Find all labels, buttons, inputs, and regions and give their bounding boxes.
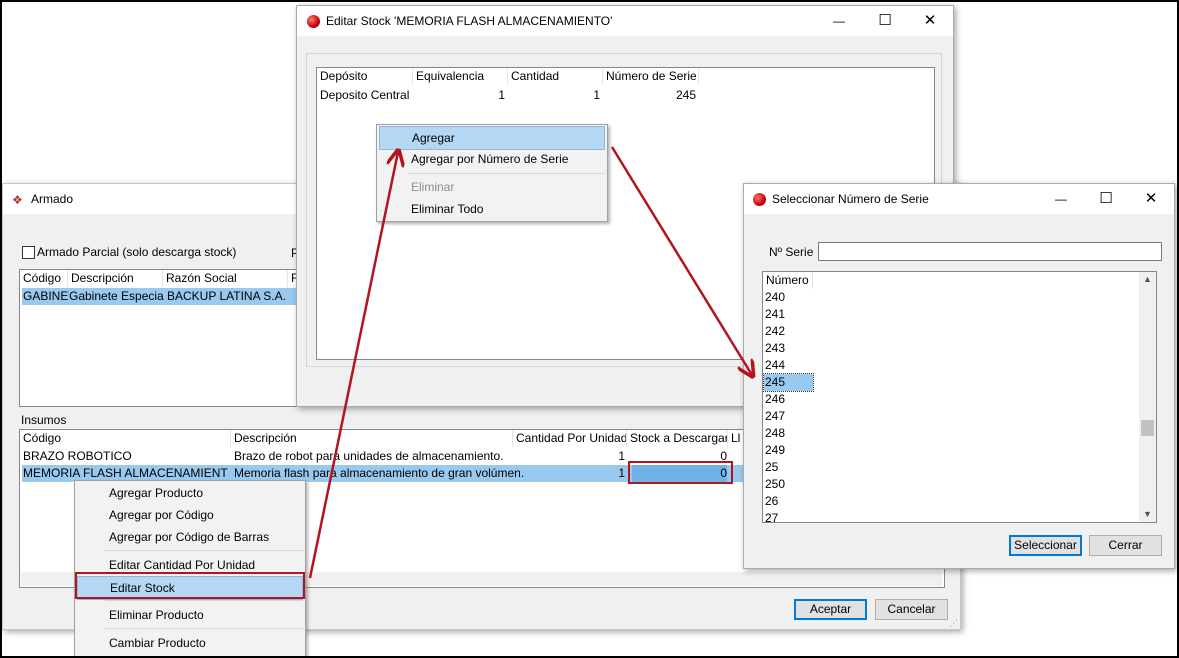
menu-agregar[interactable]: Agregar [379, 126, 605, 150]
menu-separator [105, 600, 303, 601]
aceptar-button[interactable]: Aceptar [794, 599, 867, 620]
top-row-codigo: GABINET [23, 289, 69, 303]
insumos-context-menu: Agregar Producto Agregar por Código Agre… [74, 480, 306, 657]
scroll-thumb[interactable] [1141, 420, 1154, 436]
stock-col-cantidad[interactable]: Cantidad [508, 68, 603, 85]
top-col-razon-social[interactable]: Razón Social [163, 270, 288, 287]
serie-scrollbar[interactable]: ▲ ▼ [1139, 272, 1156, 522]
insumo-row-1-codigo: BRAZO ROBOTICO [23, 449, 132, 463]
menu-agregar-serie[interactable]: Agregar por Número de Serie [379, 148, 605, 170]
seleccionar-button[interactable]: Seleccionar [1009, 535, 1082, 556]
stock-row-equivalencia: 1 [498, 88, 505, 102]
armado-top-list[interactable]: Código Descripción Razón Social F GABINE… [19, 269, 310, 407]
insumos-col-cantidad[interactable]: Cantidad Por Unidad [513, 430, 627, 447]
serie-list-item[interactable]: 240 [764, 289, 813, 306]
stock-col-serie[interactable]: Número de Serie [603, 68, 699, 85]
menu-agregar-barras[interactable]: Agregar por Código de Barras [77, 526, 303, 548]
serie-list-item[interactable]: 241 [764, 306, 813, 323]
menu-agregar-producto[interactable]: Agregar Producto [77, 482, 303, 504]
minimize-icon[interactable]: — [1039, 184, 1083, 214]
stock-row-serie: 245 [675, 88, 696, 102]
menu-agregar-codigo[interactable]: Agregar por Código [77, 504, 303, 526]
maximize-icon[interactable]: ☐ [863, 6, 907, 36]
top-col-descripcion[interactable]: Descripción [68, 270, 163, 287]
app-icon [307, 15, 320, 28]
insumos-col-stock[interactable]: Stock a Descargar [627, 430, 728, 447]
menu-cambiar-producto[interactable]: Cambiar Producto [77, 632, 303, 654]
editar-stock-titlebar: Editar Stock 'MEMORIA FLASH ALMACENAMIEN… [297, 6, 953, 36]
menu-eliminar: Eliminar [411, 180, 455, 194]
armado-cube-icon: ❖ [12, 193, 23, 207]
top-row-descripcion: Gabinete Especial [69, 289, 164, 303]
serie-label: Nº Serie [769, 245, 814, 259]
stock-context-menu: Agregar Agregar por Número de Serie Elim… [376, 124, 608, 222]
app-icon [753, 193, 766, 206]
serie-list-item[interactable]: 246 [764, 391, 813, 408]
seleccionar-title: Seleccionar Número de Serie [772, 192, 929, 206]
armado-parcial-label: Armado Parcial (solo descarga stock) [37, 245, 237, 259]
insumo-row-1-descripcion: Brazo de robot para unidades de almacena… [234, 449, 504, 463]
stock-cell-highlight [628, 461, 733, 484]
maximize-icon[interactable]: ☐ [1084, 184, 1128, 214]
serie-list-item[interactable]: 242 [764, 323, 813, 340]
armado-parcial-checkbox[interactable] [22, 246, 35, 259]
serie-list-item[interactable]: 249 [764, 442, 813, 459]
insumos-col-codigo[interactable]: Código [20, 430, 231, 447]
menu-eliminar-producto[interactable]: Eliminar Producto [77, 604, 303, 626]
seleccionar-serie-window: Seleccionar Número de Serie — ☐ ✕ Nº Ser… [743, 183, 1175, 569]
serie-list-item[interactable]: 26 [764, 493, 813, 510]
stock-col-equivalencia[interactable]: Equivalencia [413, 68, 508, 85]
insumos-col-descripcion[interactable]: Descripción [231, 430, 513, 447]
cerrar-button[interactable]: Cerrar [1089, 535, 1162, 556]
insumo-row-1-cantidad: 1 [618, 449, 625, 463]
editar-stock-highlight [75, 572, 305, 599]
scroll-down-icon[interactable]: ▼ [1143, 509, 1152, 519]
serie-col-numero[interactable]: Número [763, 272, 813, 289]
armado-resize-grip[interactable]: ⋰ [949, 618, 958, 629]
close-icon[interactable]: ✕ [908, 6, 952, 36]
armado-title: Armado [31, 192, 74, 206]
stock-row-cantidad: 1 [593, 88, 600, 102]
cancelar-button[interactable]: Cancelar [875, 599, 948, 620]
menu-separator [105, 550, 303, 551]
stock-row-deposito[interactable]: Deposito Central [320, 87, 414, 104]
serie-list-item[interactable]: 245 [763, 373, 814, 392]
serie-list-item[interactable]: 244 [764, 357, 813, 374]
top-row-razon-social: BACKUP LATINA S.A. [167, 289, 286, 303]
serie-list-item[interactable]: 248 [764, 425, 813, 442]
serie-list-item[interactable]: 243 [764, 340, 813, 357]
top-col-codigo[interactable]: Código [20, 270, 68, 287]
serie-list[interactable]: Número 240 241 242 243 244 245 246 247 248 249 25 2… [762, 271, 1157, 523]
editar-stock-title: Editar Stock 'MEMORIA FLASH ALMACENAMIEN… [326, 14, 613, 28]
scroll-up-icon[interactable]: ▲ [1143, 274, 1152, 284]
seleccionar-titlebar: Seleccionar Número de Serie — ☐ ✕ [744, 184, 1174, 214]
insumos-label: Insumos [21, 413, 67, 427]
minimize-icon[interactable]: — [817, 6, 861, 36]
close-icon[interactable]: ✕ [1129, 184, 1173, 214]
insumo-row-2-cantidad: 1 [618, 466, 625, 480]
stock-col-deposito[interactable]: Depósito [317, 68, 413, 85]
serie-list-item[interactable]: 250 [764, 476, 813, 493]
menu-separator [105, 628, 303, 629]
serie-input[interactable] [818, 242, 1162, 261]
serie-list-item[interactable]: 27 [764, 510, 813, 522]
menu-separator [407, 173, 605, 174]
menu-eliminar-todo[interactable]: Eliminar Todo [379, 198, 605, 220]
serie-list-item[interactable]: 247 [764, 408, 813, 425]
serie-list-item[interactable]: 25 [764, 459, 813, 476]
